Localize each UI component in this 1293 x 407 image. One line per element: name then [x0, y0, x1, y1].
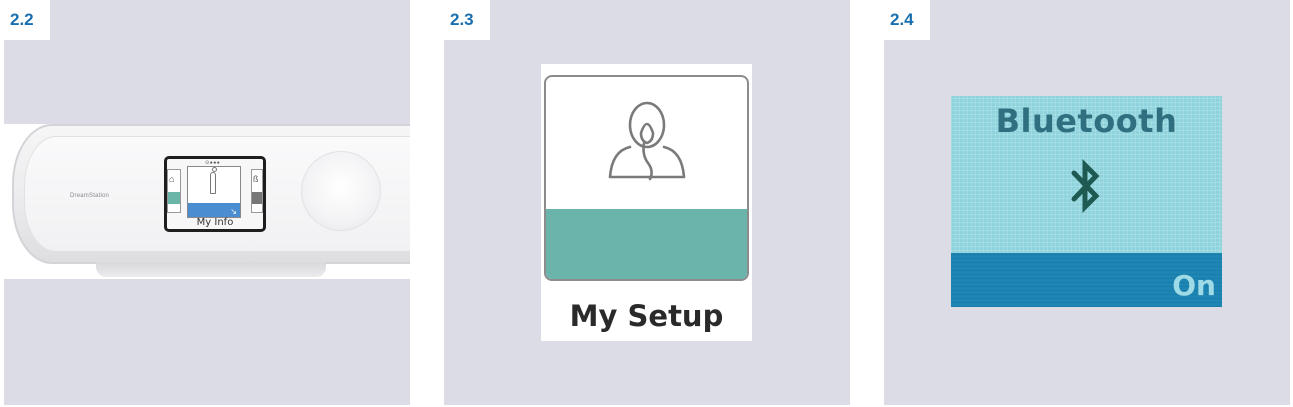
control-dial: [301, 151, 381, 231]
screen-menu-label: My Info: [196, 217, 234, 228]
settings-icon: ß: [253, 174, 259, 184]
figure-number: 2.4: [884, 0, 930, 40]
card-bar: [168, 192, 180, 204]
card-bar: [252, 192, 262, 204]
screen-menu-card-right: ß: [251, 169, 263, 213]
device-base: [96, 262, 326, 277]
device-screen: ⊙●●● ⌂ ↘ ß My Info: [164, 156, 266, 232]
bluetooth-title: Bluetooth: [995, 102, 1178, 140]
bluetooth-icon: [1071, 158, 1100, 214]
bluetooth-status-bar: On: [951, 253, 1222, 307]
figure-number: 2.3: [444, 0, 490, 40]
my-setup-tile: My Setup: [541, 64, 752, 341]
dreamstation-device-photo: DreamStation ⊙●●● ⌂ ↘ ß My Info: [4, 124, 410, 279]
device-screen-display: ⊙●●● ⌂ ↘ ß My Info: [167, 159, 263, 229]
bluetooth-screen: Bluetooth On: [951, 96, 1222, 307]
my-setup-label: My Setup: [569, 299, 724, 333]
screen-menu-card-my-info: ↘: [187, 166, 241, 218]
my-setup-card: [544, 75, 749, 281]
bluetooth-state: On: [1172, 269, 1216, 302]
figure-panel-2-3: 2.3 My Setup: [444, 0, 850, 405]
screen-menu-card-left: ⌂: [167, 169, 181, 213]
tile-color-band: [546, 209, 747, 279]
figure-panel-2-4: 2.4 Bluetooth On: [884, 0, 1290, 405]
device-brand-label: DreamStation: [70, 193, 110, 199]
enter-arrow-icon: ↘: [230, 207, 237, 216]
figure-number: 2.2: [4, 0, 50, 40]
setup-icon: ⌂: [169, 174, 175, 184]
info-icon: [210, 167, 217, 194]
figure-panel-2-2: 2.2 DreamStation ⊙●●● ⌂ ↘ ß My Info: [4, 0, 410, 405]
device-body: DreamStation ⊙●●● ⌂ ↘ ß My Info: [12, 124, 410, 264]
user-mask-icon: [608, 101, 686, 181]
